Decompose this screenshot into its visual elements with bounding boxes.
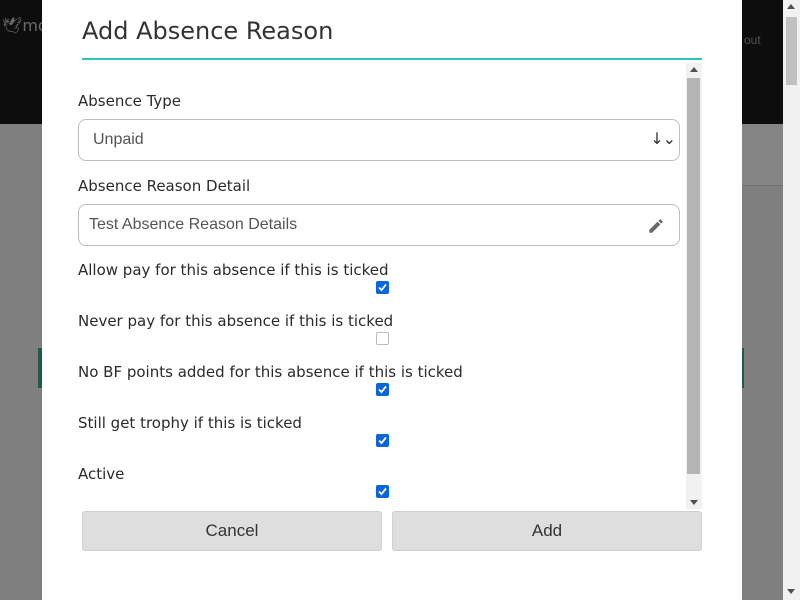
allow-pay-label: Allow pay for this absence if this is ti… xyxy=(78,261,389,279)
reason-detail-input[interactable]: Test Absence Reason Details xyxy=(78,204,680,246)
never-pay-checkbox[interactable] xyxy=(376,332,389,345)
modal-scrollbar[interactable] xyxy=(686,63,702,509)
pencil-icon xyxy=(649,219,663,233)
scroll-up-arrow-icon[interactable] xyxy=(690,67,698,72)
page-scrollbar-thumb[interactable] xyxy=(786,17,797,85)
title-divider xyxy=(82,58,702,60)
scroll-down-arrow-icon[interactable] xyxy=(690,500,698,505)
modal-scrollbar-thumb[interactable] xyxy=(687,78,700,474)
app-green-strip-right xyxy=(742,348,744,388)
scroll-up-arrow-icon[interactable] xyxy=(787,4,795,9)
absence-type-label: Absence Type xyxy=(78,92,182,110)
active-label: Active xyxy=(78,465,125,483)
absence-type-value: Unpaid xyxy=(93,131,144,148)
never-pay-label: Never pay for this absence if this is ti… xyxy=(78,312,394,330)
scroll-down-arrow-icon[interactable] xyxy=(787,589,795,594)
app-logo: 🕊mo xyxy=(2,16,48,35)
modal-title: Add Absence Reason xyxy=(82,17,334,45)
add-button[interactable]: Add xyxy=(392,511,702,551)
checkmark-icon xyxy=(378,283,387,292)
active-checkbox[interactable] xyxy=(376,485,389,498)
allow-pay-checkbox[interactable] xyxy=(376,281,389,294)
still-get-trophy-label: Still get trophy if this is ticked xyxy=(78,414,302,432)
checkmark-icon xyxy=(378,436,387,445)
no-bf-points-checkbox[interactable] xyxy=(376,383,389,396)
add-absence-reason-modal: Add Absence Reason Absence Type Unpaid ↓… xyxy=(42,0,742,600)
logout-link: out xyxy=(744,33,761,47)
no-bf-points-label: No BF points added for this absence if t… xyxy=(78,363,463,381)
reason-detail-value: Test Absence Reason Details xyxy=(89,216,298,233)
app-panel xyxy=(742,124,783,186)
bird-icon: 🕊 xyxy=(2,16,23,35)
modal-form: Absence Type Unpaid ↓⌄ Absence Reason De… xyxy=(78,63,692,507)
cancel-button[interactable]: Cancel xyxy=(82,511,382,551)
checkmark-icon xyxy=(378,385,387,394)
reason-detail-label: Absence Reason Detail xyxy=(78,177,251,195)
checkmark-icon xyxy=(378,487,387,496)
page-scrollbar[interactable] xyxy=(783,0,800,600)
still-get-trophy-checkbox[interactable] xyxy=(376,434,389,447)
absence-type-select[interactable]: Unpaid ↓⌄ xyxy=(78,119,680,161)
select-arrows-icon: ↓⌄ xyxy=(650,129,676,148)
